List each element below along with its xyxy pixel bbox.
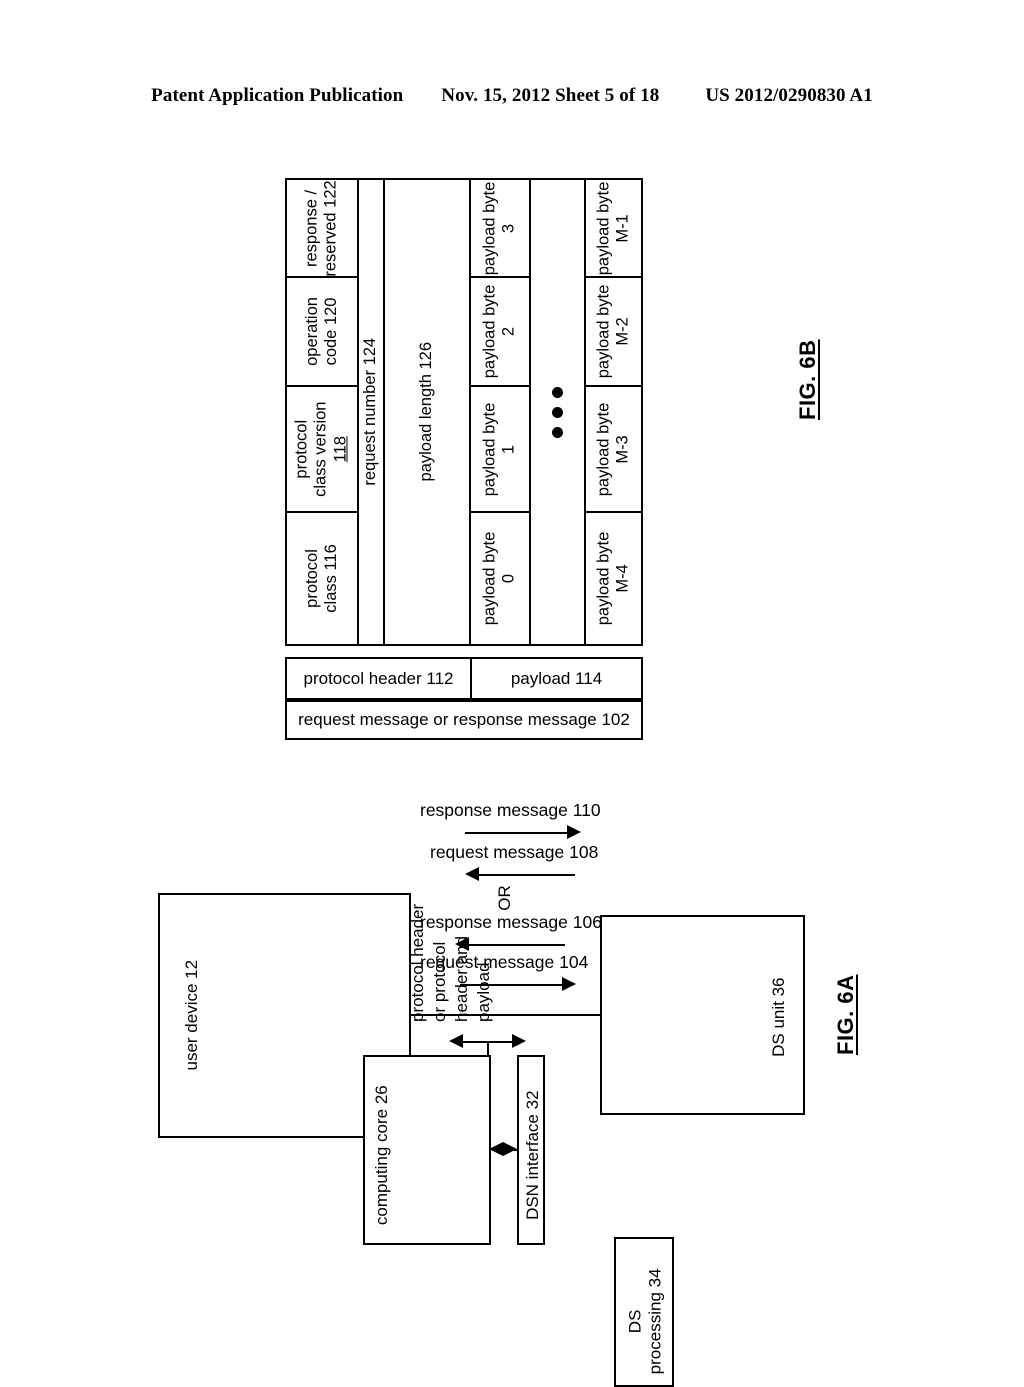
protocol-frame-table: protocol class 116 protocol class versio… — [285, 178, 643, 646]
payload-byte-m3-line1: payload byte — [594, 402, 613, 496]
user-internal-arrowhead-left-icon — [489, 1142, 503, 1156]
page-header: Patent Application Publication Nov. 15, … — [0, 85, 1024, 115]
cell-payload-byte-2: payload byte 2 — [471, 278, 529, 388]
payload-byte-0-line1: payload byte — [480, 531, 499, 626]
cell-response-reserved: response / reserved 122 — [287, 179, 357, 279]
cell-payload-length: payload length 126 — [385, 180, 469, 644]
payload-length-column: payload length 126 — [385, 180, 471, 644]
protocol-header-bar-cell: protocol header 112 — [287, 659, 472, 698]
payload-byte-2-index: 2 — [500, 327, 519, 337]
vertical-ellipsis-icon — [552, 386, 563, 438]
protocol-class-line2: class 116 — [321, 544, 340, 613]
user-dsn-interface-box: DSN interface 32 — [517, 1055, 545, 1245]
cell-request-number: request number 124 — [359, 180, 383, 644]
protocol-class-version-line2: class version — [312, 401, 331, 497]
payload-byte-m2-index: M-2 — [613, 317, 632, 346]
response-110-arrowhead-icon — [567, 825, 581, 839]
protocol-class-line1: protocol — [302, 549, 321, 608]
payload-byte-2-line1: payload byte — [480, 284, 499, 379]
user-computing-core-label: computing core 26 — [371, 1085, 391, 1226]
cell-operation-code: operation code 120 — [287, 278, 357, 388]
payload-bytes-first-column: payload byte 0 payload byte 1 payload by… — [471, 180, 531, 644]
request-104-arrowhead-icon — [562, 977, 576, 991]
messages-note-line-4: header and — [452, 935, 472, 1022]
ds-processing-label: DS processing 34 — [626, 1261, 667, 1381]
payload-byte-m4-index: M-4 — [613, 564, 632, 593]
figure-6a-caption: FIG. 6A — [833, 974, 858, 1055]
cell-protocol-class: protocol class 116 — [287, 513, 357, 644]
cell-payload-byte-3: payload byte 3 — [471, 180, 529, 279]
user-internal-arrowhead-right-icon — [503, 1142, 517, 1156]
payload-length-label: payload length 126 — [417, 342, 436, 482]
payload-bar-cell: payload 114 — [510, 668, 603, 688]
cell-payload-byte-M-3: payload byte M-3 — [586, 387, 641, 514]
user-device-box: user device 12 computing core 26 DS proc… — [158, 893, 674, 1387]
user-device-label: user device 12 — [181, 959, 201, 1071]
messages-note-line-3: or protocol — [430, 941, 450, 1022]
user-dsn-interface-label: DSN interface 32 — [522, 1090, 542, 1220]
payload-byte-3-index: 3 — [500, 223, 519, 233]
cell-ellipsis — [531, 180, 584, 644]
ds-unit-label: DS unit 36 — [768, 977, 788, 1057]
payload-byte-m2-line1: payload byte — [594, 284, 613, 379]
message-structure-bar: protocol header 112 payload 114 — [285, 657, 643, 700]
payload-byte-3-line1: payload byte — [480, 181, 499, 275]
figure-6a-diagram: response message 110 request message 108… — [0, 760, 1024, 1387]
payload-byte-m1-line1: payload byte — [594, 181, 613, 275]
payload-byte-m1-index: M-1 — [613, 213, 632, 243]
payload-byte-1-index: 1 — [500, 444, 519, 454]
messages-note-line-5: payload — [474, 962, 494, 1022]
cell-payload-byte-M-1: payload byte M-1 — [586, 180, 641, 279]
messages-note-arrowhead-left-icon — [449, 1034, 463, 1048]
protocol-class-version-ref: 118 — [331, 436, 350, 463]
ds-processing-box: DS processing 34 — [614, 1237, 674, 1387]
ds-unit-box: DS unit 36 DSN interface 32 computing co… — [600, 915, 805, 1115]
cell-payload-byte-1: payload byte 1 — [471, 387, 529, 514]
protocol-header-fields-column: protocol class 116 protocol class versio… — [287, 180, 359, 644]
response-reserved-line2: reserved 122 — [322, 179, 340, 277]
publication-title: Patent Application Publication — [151, 85, 404, 106]
protocol-class-version-line1: protocol — [292, 419, 311, 479]
payload-ellipsis-column — [531, 180, 586, 644]
publication-date-sheet: Nov. 15, 2012 Sheet 5 of 18 — [441, 85, 660, 106]
cell-protocol-class-version: protocol class version 118 — [287, 387, 357, 514]
figure-6b-caption: FIG. 6B — [795, 339, 820, 420]
payload-byte-m4-line1: payload byte — [594, 531, 613, 626]
message-summary-bar: request message or response message 102 — [285, 700, 643, 740]
ds-processing-line1: DS — [625, 1309, 645, 1334]
payload-byte-1-line1: payload byte — [480, 402, 499, 496]
cell-payload-byte-0: payload byte 0 — [471, 513, 529, 644]
request-number-label: request number 124 — [361, 338, 380, 486]
cell-payload-byte-M-2: payload byte M-2 — [586, 278, 641, 388]
messages-note-arrowhead-right-icon — [512, 1034, 526, 1048]
operation-code-line1: operation — [302, 297, 321, 367]
payload-byte-0-index: 0 — [500, 573, 519, 584]
request-number-column: request number 124 — [359, 180, 385, 644]
user-computing-core-box: computing core 26 DS processing 34 — [363, 1055, 674, 1387]
or-separator-label: OR — [494, 885, 514, 911]
ds-processing-line2: processing 34 — [646, 1268, 665, 1375]
cell-payload-byte-M-4: payload byte M-4 — [586, 513, 641, 644]
publication-number: US 2012/0290830 A1 — [705, 85, 873, 106]
payload-byte-m3-index: M-3 — [613, 434, 632, 464]
payload-bytes-last-column: payload byte M-4 payload byte M-3 payloa… — [586, 180, 641, 644]
response-reserved-line1: response / — [302, 189, 321, 267]
operation-code-line2: code 120 — [322, 297, 340, 366]
